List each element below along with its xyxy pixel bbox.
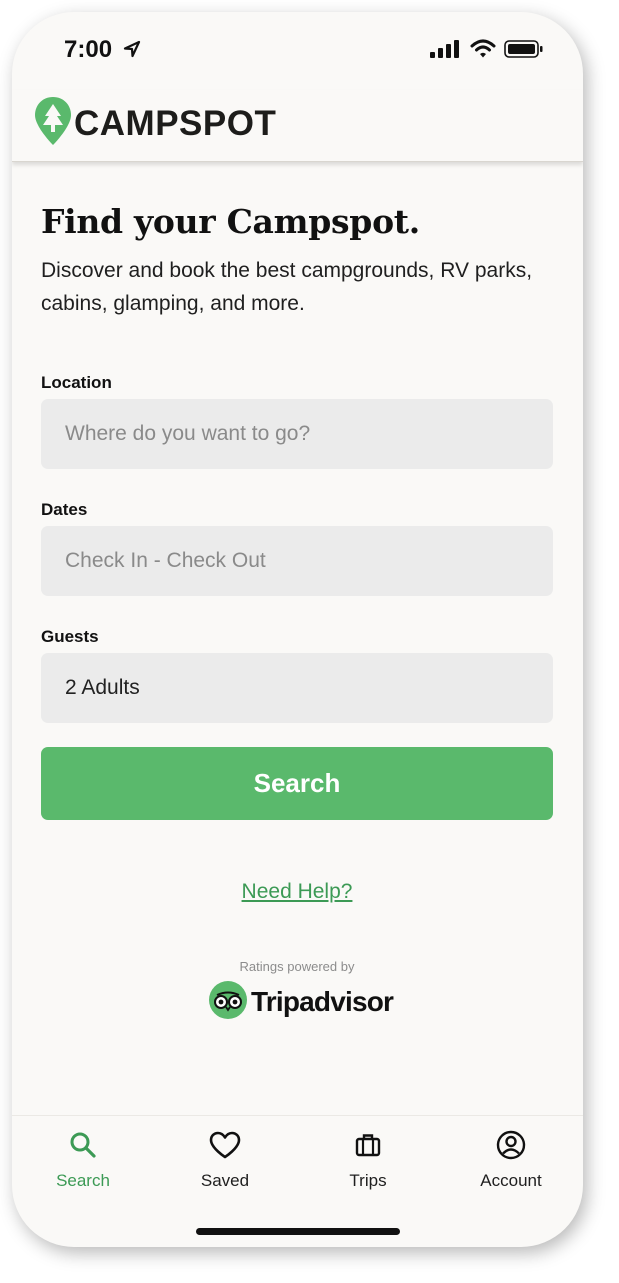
tab-label-search: Search bbox=[56, 1171, 110, 1190]
search-button[interactable]: Search bbox=[41, 747, 553, 820]
tripadvisor-logo: Tripadvisor bbox=[209, 980, 394, 1024]
heart-icon bbox=[209, 1129, 241, 1161]
campspot-logo-pin-icon bbox=[34, 96, 72, 151]
tab-label-account: Account bbox=[480, 1171, 542, 1190]
guests-input[interactable]: 2 Adults bbox=[41, 653, 553, 723]
search-icon bbox=[69, 1129, 97, 1161]
briefcase-icon bbox=[355, 1129, 381, 1161]
location-arrow-icon bbox=[122, 39, 142, 64]
battery-icon bbox=[504, 40, 544, 63]
tab-search[interactable]: Search bbox=[23, 1116, 143, 1196]
ratings-caption: Ratings powered by bbox=[239, 959, 355, 974]
page-title: Find your Campspot. bbox=[41, 202, 420, 241]
location-label: Location bbox=[41, 373, 112, 392]
account-icon bbox=[496, 1129, 526, 1161]
status-time: 7:00 bbox=[64, 36, 113, 63]
tripadvisor-wordmark: Tripadvisor bbox=[251, 986, 394, 1017]
tab-label-trips: Trips bbox=[349, 1171, 387, 1190]
tab-saved[interactable]: Saved bbox=[165, 1116, 285, 1196]
wifi-icon bbox=[470, 39, 496, 64]
tab-account[interactable]: Account bbox=[451, 1116, 571, 1196]
page-subtitle: Discover and book the best campgrounds, … bbox=[41, 259, 533, 315]
need-help-link[interactable]: Need Help? bbox=[41, 880, 553, 904]
app-header: CAMPSPOT bbox=[12, 90, 583, 162]
campspot-logo[interactable]: CAMPSPOT bbox=[74, 104, 276, 144]
status-bar: 7:00 bbox=[12, 12, 583, 90]
phone-screen: 7:00 CAMPSPOT Find your Campspot. Discov… bbox=[12, 12, 583, 1247]
tab-bar: Search Saved Trips Account bbox=[12, 1115, 583, 1205]
dates-input[interactable]: Check In - Check Out bbox=[41, 526, 553, 596]
signal-icon bbox=[430, 40, 460, 63]
dates-label: Dates bbox=[41, 500, 88, 519]
tripadvisor-owl-icon bbox=[209, 980, 247, 1024]
location-input[interactable]: Where do you want to go? bbox=[41, 399, 553, 469]
home-indicator[interactable] bbox=[196, 1228, 400, 1235]
tab-label-saved: Saved bbox=[200, 1171, 250, 1190]
tab-trips[interactable]: Trips bbox=[308, 1116, 428, 1196]
guests-label: Guests bbox=[41, 627, 99, 646]
